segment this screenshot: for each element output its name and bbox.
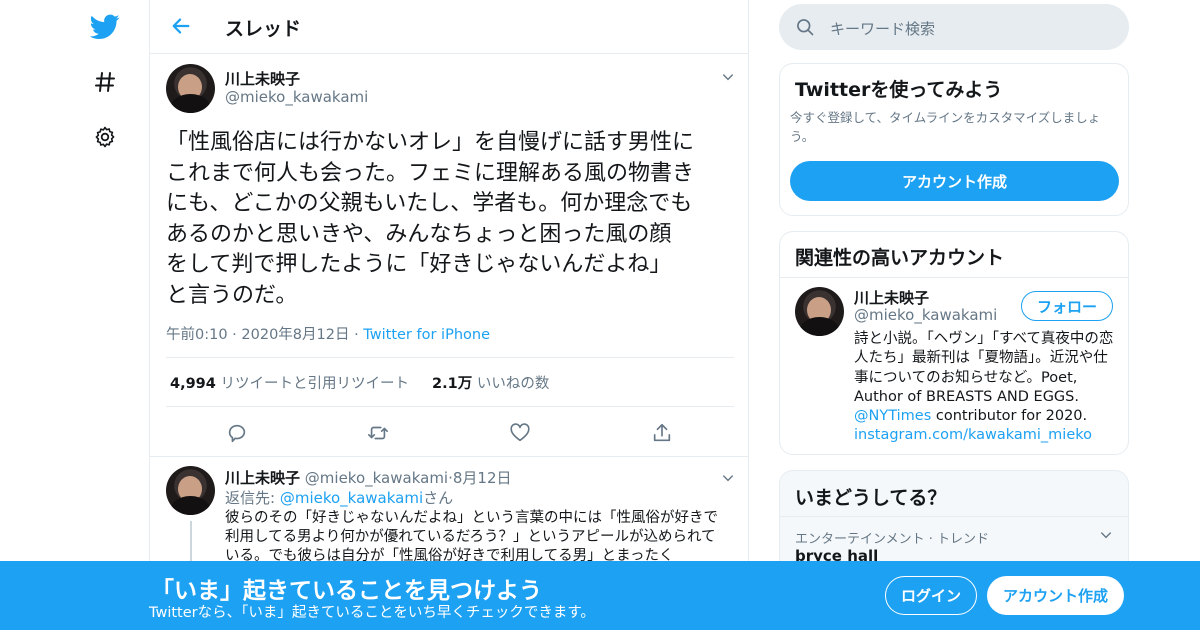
hashtag-icon[interactable] — [90, 67, 120, 97]
page-title: スレッド — [225, 18, 302, 40]
related-card-title: 関連性の高いアカウント — [795, 247, 1005, 269]
related-account-name[interactable]: 川上未映子 — [854, 287, 929, 308]
chevron-down-icon[interactable] — [1098, 527, 1114, 543]
related-account-handle[interactable]: @mieko_kawakami — [854, 306, 997, 324]
retweet-stats[interactable]: 4,994 リツイートと引用リツイート — [170, 376, 409, 392]
related-accounts-card: 関連性の高いアカウント 川上未映子 @mieko_kawakami フォロー 詩… — [779, 231, 1129, 455]
like-stats[interactable]: 2.1万 いいねの数 — [432, 376, 549, 392]
signup-card-title: Twitterを使ってみよう — [795, 79, 1003, 101]
bio-text: 詩と小説。「ヘヴン」「すべて真夜中の恋人たち」最新刊は「夏物語」。近況や仕事につ… — [854, 331, 1114, 405]
back-arrow-icon[interactable] — [168, 13, 194, 39]
reply-to-label: 返信先: — [225, 489, 280, 507]
reply-to-handle[interactable]: @mieko_kawakami — [280, 489, 423, 507]
search-input[interactable]: キーワード検索 — [830, 18, 935, 39]
login-button[interactable]: ログイン — [885, 576, 977, 615]
tweet-stats: 4,994 リツイートと引用リツイート 2.1万 いいねの数 — [170, 372, 549, 393]
signup-card: Twitterを使ってみよう 今すぐ登録して、タイムラインをカスタマイズしましょ… — [779, 63, 1129, 216]
tweet-text: 「性風俗店には行かないオレ」を自慢げに話す男性に これまで何人も会った。フェミに… — [166, 130, 695, 308]
tweet-meta: 午前0:10 · 2020年8月12日 · Twitter for iPhone — [166, 323, 490, 344]
search-box[interactable]: キーワード検索 — [779, 4, 1129, 50]
tweet-time[interactable]: 午前0:10 — [166, 327, 228, 343]
like-count: 2.1万 — [432, 376, 473, 392]
main-tweet: 川上未映子 @mieko_kawakami 「性風俗店には行かないオレ」を自慢げ… — [166, 64, 736, 343]
chevron-down-icon[interactable] — [720, 470, 736, 486]
reply-author-name[interactable]: 川上未映子 — [225, 469, 300, 487]
tweet-actions — [150, 418, 748, 448]
reply-header: 川上未映子 @mieko_kawakami·8月12日 — [225, 467, 512, 488]
signup-card-description: 今すぐ登録して、タイムラインをカスタマイズしましょう。 — [790, 110, 1101, 144]
retweet-count: 4,994 — [170, 376, 216, 392]
tweet-author-handle[interactable]: @mieko_kawakami — [225, 88, 368, 106]
divider — [780, 516, 1128, 517]
retweet-label: リツイートと引用リツイート — [220, 376, 409, 392]
avatar[interactable] — [795, 287, 844, 336]
bottom-banner: 「いま」起きていることを見つけよう Twitterなら、「いま」起きていることを… — [0, 561, 1200, 630]
retweet-icon[interactable] — [363, 418, 393, 448]
signup-button[interactable]: アカウント作成 — [987, 576, 1124, 615]
divider — [166, 357, 734, 358]
reply-to-line: 返信先: @mieko_kawakamiさん — [225, 487, 453, 508]
reply-date[interactable]: 8月12日 — [453, 469, 512, 487]
like-label: いいねの数 — [476, 376, 550, 392]
share-icon[interactable] — [647, 418, 677, 448]
trends-card-title: いまどうしてる？ — [795, 487, 947, 509]
like-icon[interactable] — [505, 418, 535, 448]
trend-category: エンターテインメント · トレンド — [795, 532, 990, 547]
tweet-date[interactable]: 2020年8月12日 — [241, 327, 349, 343]
banner-subtitle: Twitterなら、「いま」起きていることをいち早くチェックできます。 — [149, 605, 595, 621]
banner-title: 「いま」起きていることを見つけよう — [151, 578, 542, 604]
page-header: スレッド — [150, 0, 748, 54]
bio-link-instagram[interactable]: instagram.com/kawakami_mieko — [854, 427, 1092, 443]
reply-author-handle[interactable]: @mieko_kawakami — [305, 469, 448, 487]
avatar[interactable] — [166, 64, 215, 113]
tweet-author-name[interactable]: 川上未映子 — [225, 68, 300, 89]
search-icon — [795, 17, 815, 37]
chevron-down-icon[interactable] — [720, 69, 736, 85]
meta-separator: · — [232, 327, 237, 343]
related-account-bio: 詩と小説。「ヘヴン」「すべて真夜中の恋人たち」最新刊は「夏物語」。近況や仕事につ… — [854, 330, 1116, 446]
divider — [780, 277, 1128, 278]
reply-to-suffix: さん — [423, 489, 454, 507]
avatar[interactable] — [166, 466, 215, 515]
meta-separator: · — [354, 327, 359, 343]
reply-icon[interactable] — [222, 418, 252, 448]
main-column: スレッド 川上未映子 @mieko_kawakami 「性風俗店には行かないオレ… — [149, 0, 749, 630]
divider — [150, 456, 748, 457]
reply-text: 彼らのその「好きじゃないんだよね」という言葉の中には「性風俗が好きで利用してる男… — [225, 510, 718, 564]
divider — [166, 406, 734, 407]
bio-link-nytimes[interactable]: @NYTimes — [854, 408, 931, 424]
tweet-source[interactable]: Twitter for iPhone — [363, 327, 490, 343]
twitter-bird-icon[interactable] — [90, 12, 120, 42]
create-account-button[interactable]: アカウント作成 — [790, 161, 1119, 201]
gear-icon[interactable] — [90, 122, 120, 152]
bio-text: contributor for 2020. — [931, 408, 1088, 425]
follow-button[interactable]: フォロー — [1021, 291, 1113, 321]
left-nav — [80, 0, 130, 630]
